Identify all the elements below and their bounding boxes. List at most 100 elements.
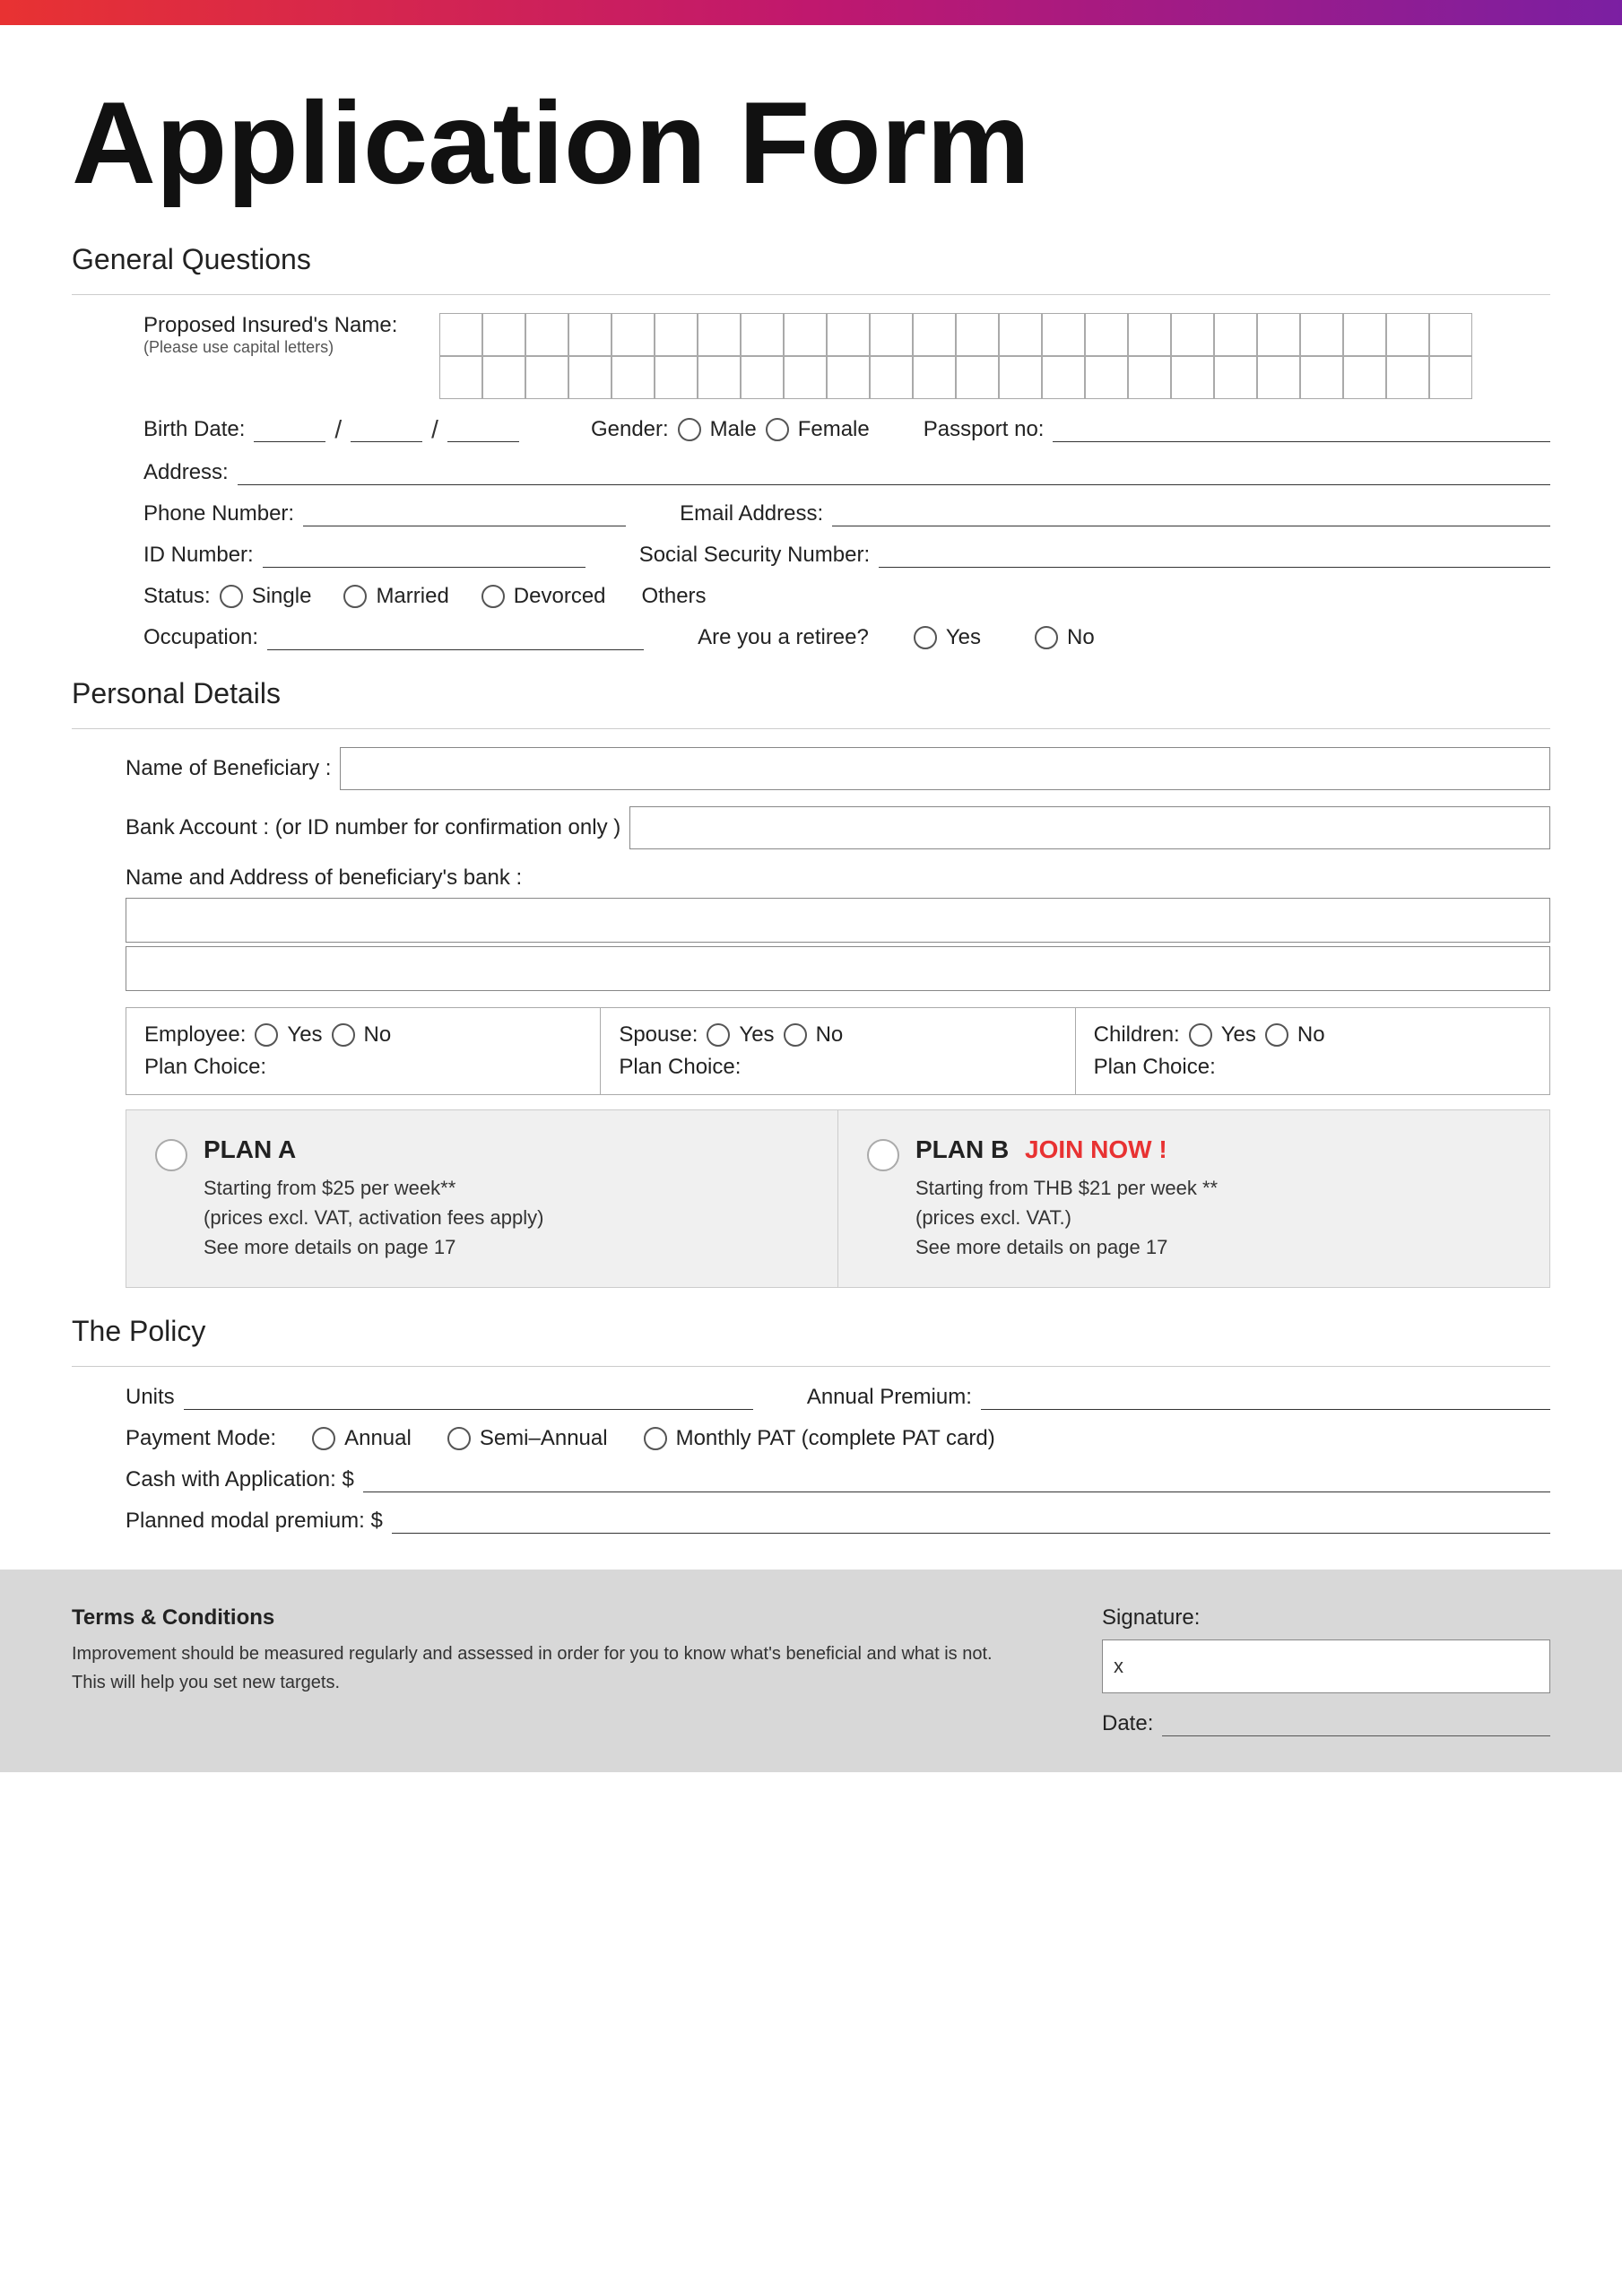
char-box[interactable] [870, 356, 913, 399]
gender-female-radio[interactable] [766, 418, 789, 441]
occupation-input[interactable] [267, 625, 644, 650]
char-box[interactable] [913, 313, 956, 356]
birth-date-day[interactable] [254, 417, 325, 442]
section-divider [72, 294, 1550, 295]
char-box[interactable] [1085, 356, 1128, 399]
char-box[interactable] [1386, 313, 1429, 356]
char-box[interactable] [1257, 356, 1300, 399]
payment-semi-annual-label: Semi–Annual [480, 1426, 608, 1451]
char-box[interactable] [1214, 313, 1257, 356]
char-box[interactable] [1343, 313, 1386, 356]
spouse-yes-radio[interactable] [707, 1023, 730, 1047]
plan-b-desc-3: See more details on page 17 [915, 1232, 1218, 1262]
char-box[interactable] [439, 356, 482, 399]
address-input[interactable] [238, 460, 1550, 485]
char-box[interactable] [1214, 356, 1257, 399]
retiree-yes-radio[interactable] [914, 626, 937, 649]
units-input[interactable] [184, 1385, 753, 1410]
payment-mode-label: Payment Mode: [126, 1426, 276, 1451]
char-box[interactable] [1429, 313, 1472, 356]
payment-annual-radio[interactable] [312, 1427, 335, 1450]
char-box[interactable] [1042, 313, 1085, 356]
char-box[interactable] [568, 313, 612, 356]
char-box[interactable] [827, 313, 870, 356]
ssn-input[interactable] [879, 543, 1550, 568]
char-box[interactable] [698, 313, 741, 356]
char-box[interactable] [1429, 356, 1472, 399]
char-box[interactable] [525, 313, 568, 356]
address-row: Address: [143, 460, 1550, 485]
char-box[interactable] [655, 313, 698, 356]
employee-no-radio[interactable] [332, 1023, 355, 1047]
char-box[interactable] [741, 313, 784, 356]
gender-male-radio[interactable] [678, 418, 701, 441]
employee-cell: Employee: Yes No Plan Choice: [126, 1008, 601, 1094]
char-box[interactable] [784, 313, 827, 356]
name-grid-row-1[interactable] [439, 313, 1472, 356]
id-input[interactable] [263, 543, 585, 568]
char-box[interactable] [956, 356, 999, 399]
bank-account-label: Bank Account : (or ID number for confirm… [126, 815, 620, 840]
children-no-radio[interactable] [1265, 1023, 1288, 1047]
status-married-radio[interactable] [343, 585, 367, 608]
bank-account-input[interactable] [629, 806, 1550, 849]
char-box[interactable] [1386, 356, 1429, 399]
char-box[interactable] [698, 356, 741, 399]
name-grid-row-2[interactable] [439, 356, 1472, 399]
cash-input[interactable] [363, 1467, 1550, 1492]
bank-address-line-2[interactable] [126, 946, 1550, 991]
char-box[interactable] [1300, 356, 1343, 399]
birth-date-year[interactable] [447, 417, 519, 442]
char-box[interactable] [1042, 356, 1085, 399]
char-box[interactable] [1300, 313, 1343, 356]
char-box[interactable] [1085, 313, 1128, 356]
phone-label: Phone Number: [143, 501, 294, 526]
passport-input[interactable] [1053, 417, 1550, 442]
date-input[interactable] [1162, 1711, 1550, 1736]
payment-semi-annual-radio[interactable] [447, 1427, 471, 1450]
char-box[interactable] [1171, 356, 1214, 399]
employee-yes-radio[interactable] [255, 1023, 278, 1047]
beneficiary-name-input[interactable] [340, 747, 1550, 790]
char-box[interactable] [439, 313, 482, 356]
phone-input[interactable] [303, 501, 626, 526]
status-single-label: Single [252, 584, 312, 609]
plan-a-radio[interactable] [155, 1139, 187, 1171]
status-single-radio[interactable] [220, 585, 243, 608]
section-divider-3 [72, 1366, 1550, 1367]
plan-a-box: PLAN A Starting from $25 per week** (pri… [126, 1110, 838, 1287]
spouse-no-radio[interactable] [784, 1023, 807, 1047]
char-box[interactable] [568, 356, 612, 399]
char-box[interactable] [1171, 313, 1214, 356]
char-box[interactable] [1257, 313, 1300, 356]
char-box[interactable] [612, 356, 655, 399]
char-box[interactable] [1128, 313, 1171, 356]
planned-input[interactable] [392, 1509, 1550, 1534]
char-box[interactable] [525, 356, 568, 399]
children-yes-radio[interactable] [1189, 1023, 1212, 1047]
char-box[interactable] [655, 356, 698, 399]
char-box[interactable] [870, 313, 913, 356]
char-box[interactable] [784, 356, 827, 399]
bank-address-line-1[interactable] [126, 898, 1550, 943]
plan-b-radio[interactable] [867, 1139, 899, 1171]
status-divorced-radio[interactable] [481, 585, 505, 608]
char-box[interactable] [999, 313, 1042, 356]
signature-placeholder: x [1114, 1655, 1123, 1678]
char-box[interactable] [913, 356, 956, 399]
char-box[interactable] [1343, 356, 1386, 399]
char-box[interactable] [741, 356, 784, 399]
retiree-no-radio[interactable] [1035, 626, 1058, 649]
char-box[interactable] [956, 313, 999, 356]
char-box[interactable] [612, 313, 655, 356]
char-box[interactable] [482, 313, 525, 356]
char-box[interactable] [827, 356, 870, 399]
signature-box[interactable]: x [1102, 1639, 1550, 1693]
char-box[interactable] [999, 356, 1042, 399]
char-box[interactable] [482, 356, 525, 399]
email-input[interactable] [832, 501, 1550, 526]
annual-premium-input[interactable] [981, 1385, 1550, 1410]
birth-date-month[interactable] [351, 417, 422, 442]
char-box[interactable] [1128, 356, 1171, 399]
payment-monthly-radio[interactable] [644, 1427, 667, 1450]
